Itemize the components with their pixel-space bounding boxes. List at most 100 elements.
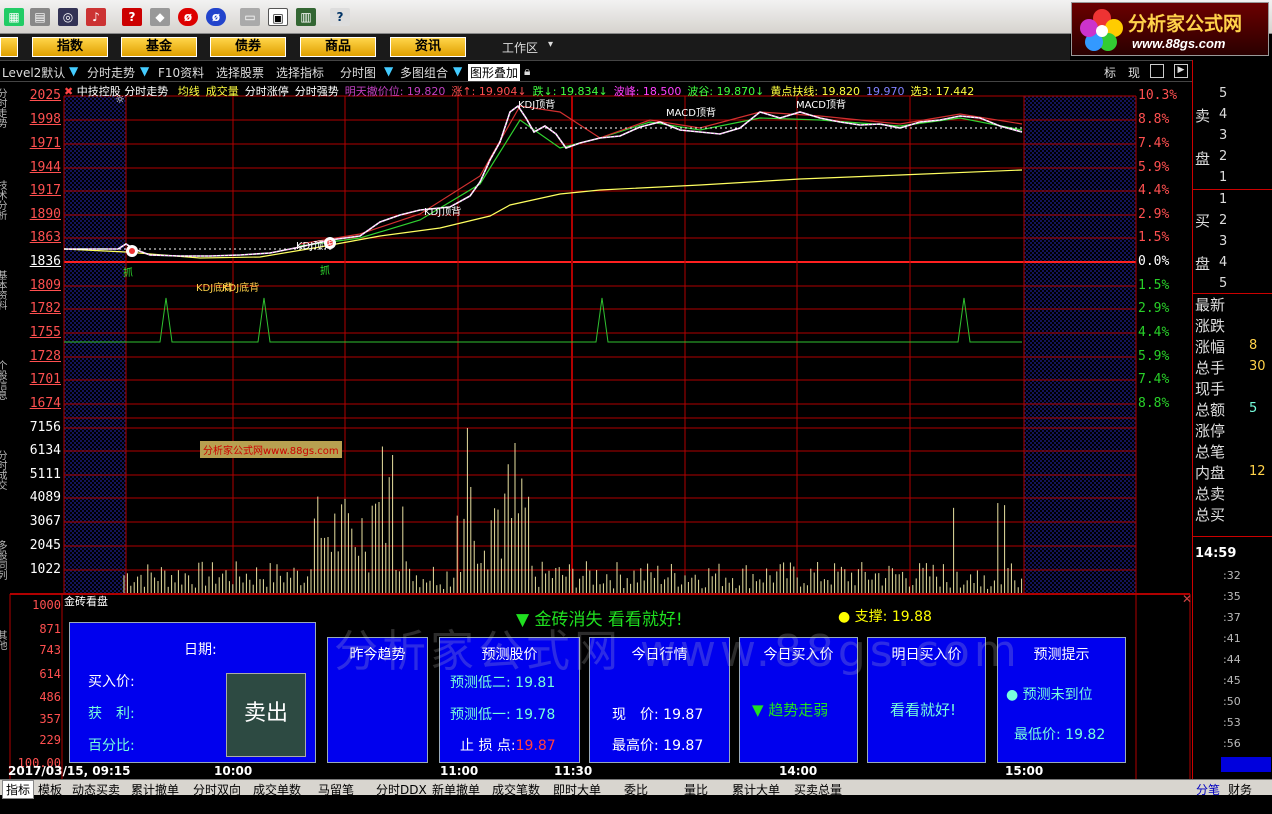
window-icon[interactable]: ▣	[268, 8, 288, 26]
status-bar: 指标 模板 动态买卖 累计撤单 分时双向 成交单数 马留笔 分时DDX 新单撤单 成交笔数 即时大单…	[0, 779, 1272, 799]
tab-intraday[interactable]: 分时走势	[87, 64, 135, 81]
workspace-dropdown-icon[interactable]: ▾	[548, 39, 553, 50]
status-tab[interactable]: 分时DDX	[376, 781, 427, 798]
close-info-icon[interactable]: ✖	[64, 85, 77, 97]
menu-news[interactable]: 资讯	[390, 37, 466, 57]
whats-this-icon[interactable]: ?	[330, 8, 350, 26]
tab-f10[interactable]: F10资料	[158, 64, 204, 81]
chart-bg	[64, 96, 1136, 593]
status-tab[interactable]: 马留笔	[318, 781, 354, 798]
signal-annotation: KDJ底背	[222, 283, 260, 294]
tab-intraday-chart[interactable]: 分时图	[340, 64, 376, 81]
volume-tick: 1022	[29, 562, 61, 577]
status-tab[interactable]: 分时双向	[193, 781, 241, 798]
next-icon[interactable]: ▶	[1174, 64, 1188, 78]
market-icon[interactable]: ▦	[4, 8, 24, 26]
analysis-icon[interactable]: ø	[178, 8, 198, 26]
info-item: 19.970	[866, 85, 905, 97]
tab-mark[interactable]: 标	[1104, 64, 1116, 81]
status-tab[interactable]: 即时大单	[553, 781, 601, 798]
menu-index[interactable]: 指数	[32, 37, 108, 57]
stock-name: 中技控股	[76, 85, 121, 97]
help-icon[interactable]: ?	[122, 8, 142, 26]
print-icon[interactable]: ▭	[240, 8, 260, 26]
percent-tick: 2.9%	[1138, 207, 1170, 222]
indicator-tick: 871	[39, 622, 61, 636]
quote-field: 总手	[1195, 359, 1226, 377]
signal-annotation: KDJ顶背	[424, 207, 462, 218]
tab-dropdown-icon[interactable]: ▼	[69, 64, 78, 78]
buy-price-label: 买入价:	[88, 674, 135, 690]
binoculars-icon[interactable]: ◎	[58, 8, 78, 26]
tab-multi-chart[interactable]: 多图组合	[400, 64, 448, 81]
signal-annotation: KDJ顶背	[296, 241, 334, 252]
status-tab-ticks[interactable]: 分笔	[1196, 781, 1220, 798]
side-tab[interactable]: 个股信息	[0, 360, 8, 440]
restore-icon[interactable]	[1150, 64, 1164, 78]
view-tab-bar: Level2默认 ▼ 分时走势 ▼ F10资料 选择股票 选择指标 分时图 ▼ …	[0, 60, 1263, 83]
workspace-label[interactable]: 工作区	[502, 39, 538, 56]
lock-icon[interactable]: 🔒︎	[524, 64, 530, 79]
tab-select-stock[interactable]: 选择股票	[216, 64, 264, 81]
close-panel-icon[interactable]: ✕	[1182, 592, 1192, 606]
diamond-icon[interactable]: ◆	[150, 8, 170, 26]
info-item: 均线	[177, 85, 200, 97]
status-tab[interactable]: 累计大单	[732, 781, 780, 798]
info-items: 均线 成交量 分时涨停 分时强势 明天撤价位: 19.820 涨↑: 19.904↓ 跌↓:…	[172, 85, 975, 97]
side-tab[interactable]: 基本资料	[0, 270, 8, 350]
status-tab[interactable]: 量比	[684, 781, 708, 798]
status-tab[interactable]: 指标	[2, 780, 35, 799]
side-tab[interactable]: 分时走势	[0, 88, 8, 168]
status-tab[interactable]: 成交笔数	[492, 781, 540, 798]
formula-icon[interactable]: ø	[206, 8, 226, 26]
tab-now[interactable]: 现	[1128, 64, 1140, 81]
side-tab[interactable]: 分时成交	[0, 450, 8, 530]
status-tab[interactable]: 动态买卖	[72, 781, 120, 798]
alarm-icon[interactable]: ♪	[86, 8, 106, 26]
buy-label-1: 买	[1195, 212, 1211, 230]
side-tab[interactable]: 技术分析	[0, 180, 8, 260]
percent-tick: 4.4%	[1138, 325, 1170, 340]
indicator-tick: 743	[39, 643, 61, 657]
status-tab[interactable]: 买卖总量	[794, 781, 842, 798]
status-tab[interactable]: 累计撤单	[131, 781, 179, 798]
tab-dropdown-icon[interactable]: ▼	[384, 64, 393, 78]
tick-time: :45	[1223, 674, 1241, 687]
status-tab[interactable]: 新单撤单	[432, 781, 480, 798]
grid-icon[interactable]: ▤	[30, 8, 50, 26]
time-tick: 15:00	[1005, 764, 1044, 778]
tick-time: :32	[1223, 569, 1241, 582]
status-tab-finance[interactable]: 财务	[1228, 781, 1252, 798]
books-icon[interactable]: ▥	[296, 8, 316, 26]
sell-button[interactable]: 卖出	[226, 673, 306, 757]
menu-fund[interactable]: 基金	[121, 37, 197, 57]
menu-bond[interactable]: 债券	[210, 37, 286, 57]
tab-select-indicator[interactable]: 选择指标	[276, 64, 324, 81]
buy-level: 4	[1219, 255, 1228, 270]
forecast-low1: 预测低一: 19.78	[450, 707, 556, 723]
price-tick: 1863	[29, 230, 61, 245]
indicator-tick: 229	[39, 733, 61, 747]
tab-level2[interactable]: Level2默认	[2, 64, 65, 81]
info-item: 涨↑: 19.904↓	[451, 85, 527, 97]
tab-overlay[interactable]: 图形叠加	[468, 64, 521, 81]
signal-annotation: MACD顶背	[796, 100, 846, 111]
status-tab[interactable]: 成交单数	[253, 781, 301, 798]
percent-tick: 5.9%	[1138, 349, 1170, 364]
indicator-tick: 1000	[32, 598, 61, 612]
price-tick: 1971	[29, 136, 61, 151]
tab-dropdown-icon[interactable]: ▼	[453, 64, 462, 78]
status-tab[interactable]: 委比	[624, 781, 648, 798]
percent-tick: 2.9%	[1138, 301, 1170, 316]
tab-dropdown-icon[interactable]: ▼	[140, 64, 149, 78]
percent-tick: 7.4%	[1138, 372, 1170, 387]
percent-tick: 4.4%	[1138, 183, 1170, 198]
menu-commodity[interactable]: 商品	[300, 37, 376, 57]
quote-panel: 卖 盘 买 盘 5432112345 最新 涨跌 涨幅 8 总手 30 现手 总额 5 涨停 总笔内…	[1192, 60, 1272, 780]
side-tab[interactable]: 多股同列	[0, 540, 8, 620]
price-tick: 1701	[29, 372, 61, 387]
status-tab[interactable]: 模板	[38, 781, 62, 798]
volume-tick: 2045	[29, 538, 61, 553]
side-tab[interactable]: 其他	[0, 630, 8, 710]
tick-time: :50	[1223, 695, 1241, 708]
